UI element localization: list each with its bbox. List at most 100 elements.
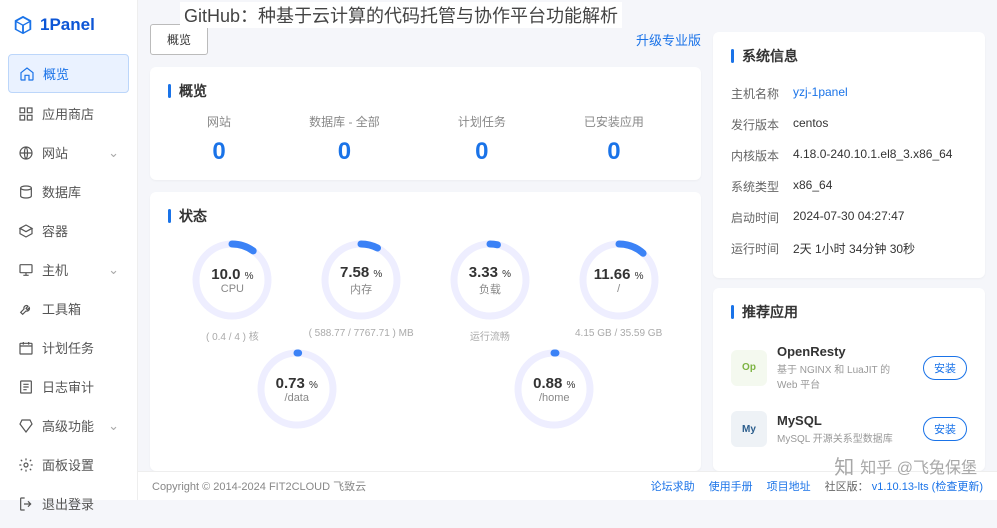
box-icon bbox=[18, 223, 34, 239]
sidebar-item-db[interactable]: 数据库 bbox=[8, 173, 129, 210]
gauge-label: /home bbox=[539, 392, 570, 404]
sidebar-item-label: 日志审计 bbox=[42, 377, 94, 396]
version: 社区版： v1.10.13-lts (检查更新) bbox=[825, 478, 983, 494]
sidebar-item-label: 面板设置 bbox=[42, 455, 94, 474]
grid-icon bbox=[18, 106, 34, 122]
sidebar-item-globe[interactable]: 网站 ⌄ bbox=[8, 134, 129, 171]
db-icon bbox=[18, 184, 34, 200]
watermark: 知 知乎 @飞兔保堡 bbox=[834, 451, 977, 480]
app-name: OpenResty bbox=[777, 344, 913, 359]
gauge-pct: 7.58 % bbox=[340, 264, 382, 281]
sidebar-item-label: 应用商店 bbox=[42, 104, 94, 123]
info-label: 运行时间 bbox=[731, 240, 793, 257]
stat-item[interactable]: 网站0 bbox=[207, 113, 231, 166]
sidebar-item-exit[interactable]: 退出登录 bbox=[8, 485, 129, 522]
overview-card: 概览 网站0数据库 - 全部0计划任务0已安装应用0 bbox=[150, 67, 701, 180]
sidebar-item-label: 退出登录 bbox=[42, 494, 94, 513]
gauge[interactable]: 0.73 %/data bbox=[239, 347, 354, 437]
copyright: Copyright © 2014-2024 FIT2CLOUD 飞致云 bbox=[152, 478, 366, 494]
info-value: 4.18.0-240.10.1.el8_3.x86_64 bbox=[793, 147, 967, 164]
logo: 1Panel bbox=[0, 0, 137, 50]
gauge-sub: 4.15 GB / 35.59 GB bbox=[561, 328, 676, 339]
stat-item[interactable]: 计划任务 0 bbox=[458, 113, 506, 166]
stat-label: 数据库 - 全部 bbox=[309, 113, 380, 130]
app-desc: MySQL 开源关系型数据库 bbox=[777, 430, 913, 445]
zhihu-icon: 知 bbox=[834, 451, 854, 480]
globe-icon bbox=[18, 145, 34, 161]
chevron-down-icon: ⌄ bbox=[108, 145, 119, 161]
gauge[interactable]: 0.88 %/home bbox=[497, 347, 612, 437]
gauge-sub: 运行流畅 bbox=[432, 328, 547, 343]
stat-item[interactable]: 已安装应用 0 bbox=[584, 113, 644, 166]
gauge-sub: ( 0.4 / 4 ) 核 bbox=[175, 328, 290, 343]
sidebar-item-tool[interactable]: 工具箱 bbox=[8, 290, 129, 327]
sidebar: 1Panel 概览应用商店网站 ⌄ 数据库容器主机⌄ 工具箱计划任务日志审计高级功能 ⌄… bbox=[0, 0, 138, 500]
sidebar-item-cal[interactable]: 计划任务 bbox=[8, 329, 129, 366]
install-button[interactable]: 安装 bbox=[923, 356, 967, 380]
sidebar-item-label: 高级功能 bbox=[42, 416, 94, 435]
sidebar-item-log[interactable]: 日志审计 bbox=[8, 368, 129, 405]
gauge-pct: 11.66 % bbox=[594, 266, 644, 283]
app-desc: 基于 NGINX 和 LuaJIT 的 Web 平台 bbox=[777, 361, 913, 391]
install-button[interactable]: 安装 bbox=[923, 417, 967, 441]
gauge-label: 内存 bbox=[350, 281, 372, 297]
version-number[interactable]: v1.10.13-lts bbox=[872, 481, 929, 493]
stat-value: 0 bbox=[207, 138, 231, 166]
check-update[interactable]: (检查更新) bbox=[932, 481, 983, 493]
logo-text: 1Panel bbox=[40, 15, 95, 35]
sidebar-item-label: 主机 bbox=[42, 260, 68, 279]
stat-label: 计划任务 bbox=[458, 113, 506, 130]
sidebar-item-gem[interactable]: 高级功能 ⌄ bbox=[8, 407, 129, 444]
tool-icon bbox=[18, 301, 34, 317]
info-label: 内核版本 bbox=[731, 147, 793, 164]
gauge-pct: 3.33 % bbox=[469, 264, 511, 281]
gauge[interactable]: 7.58 %内存 ( 588.77 / 7767.71 ) MB bbox=[304, 238, 419, 343]
info-value[interactable]: yzj-1panel bbox=[793, 85, 967, 102]
info-value: x86_64 bbox=[793, 178, 967, 195]
info-row: 运行时间2天 1小时 34分钟 30秒 bbox=[731, 233, 967, 264]
tab-overview[interactable]: 概览 bbox=[150, 24, 208, 55]
sidebar-item-grid[interactable]: 应用商店 bbox=[8, 95, 129, 132]
sidebar-item-label: 数据库 bbox=[42, 182, 81, 201]
upgrade-link[interactable]: 升级专业版 bbox=[636, 30, 701, 49]
sidebar-item-host[interactable]: 主机⌄ bbox=[8, 251, 129, 288]
sidebar-item-home[interactable]: 概览 bbox=[8, 54, 129, 93]
exit-icon bbox=[18, 496, 34, 512]
gauge-label: CPU bbox=[221, 283, 244, 295]
gauge-sub: ( 588.77 / 7767.71 ) MB bbox=[304, 328, 419, 339]
info-value: 2024-07-30 04:27:47 bbox=[793, 209, 967, 226]
gauge-pct: 10.0 % bbox=[211, 266, 253, 283]
app-icon: My bbox=[731, 411, 767, 447]
recapps-card: 推荐应用 OpOpenResty基于 NGINX 和 LuaJIT 的 Web … bbox=[713, 288, 985, 471]
stat-item[interactable]: 数据库 - 全部0 bbox=[309, 113, 380, 166]
footer-link[interactable]: 使用手册 bbox=[709, 478, 753, 494]
footer-link[interactable]: 项目地址 bbox=[767, 478, 811, 494]
info-label: 启动时间 bbox=[731, 209, 793, 226]
sidebar-item-gear[interactable]: 面板设置 bbox=[8, 446, 129, 483]
home-icon bbox=[19, 66, 35, 82]
sidebar-item-label: 概览 bbox=[43, 64, 69, 83]
overview-title: 概览 bbox=[168, 81, 683, 101]
app-item: MyMySQLMySQL 开源关系型数据库安装 bbox=[731, 401, 967, 457]
gauge[interactable]: 10.0 %CPU ( 0.4 / 4 ) 核 bbox=[175, 238, 290, 343]
stat-value: 0 bbox=[458, 138, 506, 166]
gauge[interactable]: 3.33 %负载运行流畅 bbox=[432, 238, 547, 343]
gauge[interactable]: 11.66 %/4.15 GB / 35.59 GB bbox=[561, 238, 676, 343]
log-icon bbox=[18, 379, 34, 395]
sysinfo-title: 系统信息 bbox=[731, 46, 967, 66]
sidebar-item-box[interactable]: 容器 bbox=[8, 212, 129, 249]
info-row: 发行版本centos bbox=[731, 109, 967, 140]
stat-value: 0 bbox=[584, 138, 644, 166]
info-value: centos bbox=[793, 116, 967, 133]
sidebar-item-label: 网站 bbox=[42, 143, 68, 162]
app-item: OpOpenResty基于 NGINX 和 LuaJIT 的 Web 平台安装 bbox=[731, 334, 967, 401]
footer-link[interactable]: 论坛求助 bbox=[651, 478, 695, 494]
chevron-down-icon: ⌄ bbox=[108, 418, 119, 434]
gear-icon bbox=[18, 457, 34, 473]
stat-label: 已安装应用 bbox=[584, 113, 644, 130]
sidebar-item-label: 工具箱 bbox=[42, 299, 81, 318]
page-heading: GitHub：种基于云计算的代码托管与协作平台功能解析 bbox=[180, 2, 622, 28]
info-label: 发行版本 bbox=[731, 116, 793, 133]
info-row: 系统类型x86_64 bbox=[731, 171, 967, 202]
status-card: 状态 10.0 %CPU( 0.4 / 4 ) 核7.58 %内存( 588.7… bbox=[150, 192, 701, 471]
